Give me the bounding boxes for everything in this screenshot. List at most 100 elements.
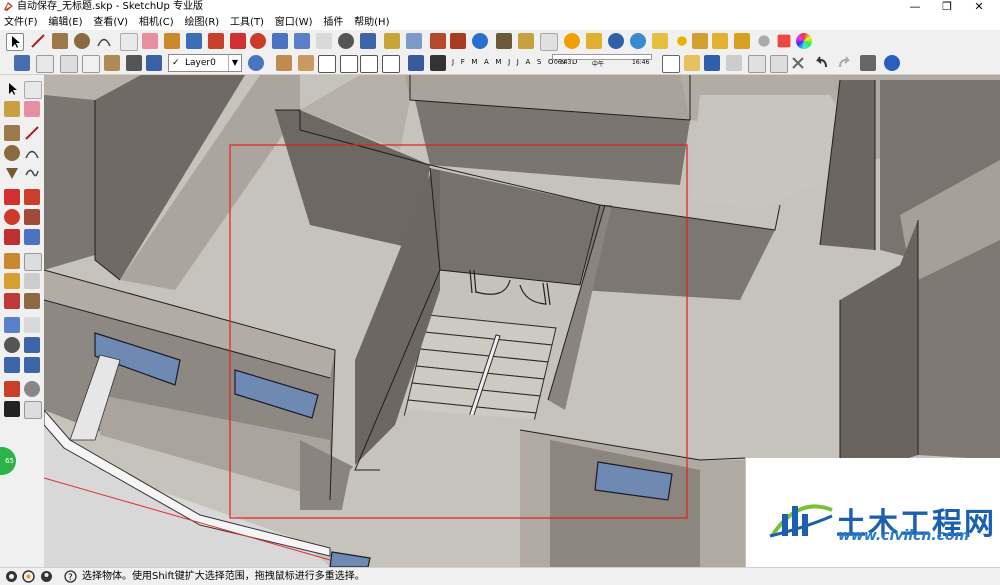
scale-icon[interactable] [4,229,20,245]
circle-icon[interactable] [4,145,20,161]
component-icon[interactable] [24,81,42,99]
3d-warehouse-icon[interactable] [430,33,446,49]
plugin-color-wheel-icon[interactable] [796,33,812,49]
move-icon[interactable] [4,189,20,205]
components-icon[interactable] [496,33,512,49]
look-around-icon[interactable] [24,381,40,397]
pan-tool-icon[interactable] [316,33,332,49]
xray-icon[interactable] [146,55,162,71]
protractor-icon[interactable] [4,273,20,289]
plugin-r-icon[interactable] [608,33,624,49]
rectangle-icon[interactable] [4,125,20,141]
tape-measure-icon[interactable] [164,33,180,49]
previous-view-icon[interactable] [4,357,20,373]
orbit-tool-icon[interactable] [294,33,310,49]
cut-icon[interactable] [726,55,742,71]
plugin-tag-icon[interactable] [586,33,602,49]
position-camera-icon[interactable] [4,381,20,397]
zoom-extents-icon-left[interactable] [24,357,40,373]
plugin-sphere-icon[interactable] [758,35,770,47]
house-view-icon[interactable] [276,55,292,71]
offset-icon[interactable] [24,229,40,245]
minimize-button[interactable]: — [900,0,930,14]
front-view-icon[interactable] [298,55,314,71]
paint-bucket-icon[interactable] [186,33,202,49]
axes-icon[interactable] [4,293,20,309]
display-shadows-icon[interactable] [430,55,446,71]
select-arrow-icon[interactable] [4,81,20,97]
paint-icon[interactable] [4,101,20,117]
walk-icon[interactable] [4,401,20,417]
rectangle-tool-icon[interactable] [52,33,68,49]
3d-text-icon[interactable] [24,293,40,309]
new-file-icon[interactable] [662,55,680,73]
add-location-icon[interactable] [384,33,400,49]
orbit-icon[interactable] [4,317,20,333]
menu-help[interactable]: 帮助(H) [351,15,392,31]
model-info-icon[interactable] [884,55,900,71]
shaded-icon[interactable] [82,55,100,73]
rotate-icon[interactable] [4,209,20,225]
user-account-icon[interactable] [40,570,53,583]
maximize-button[interactable]: ❐ [932,0,962,14]
dimension-icon[interactable] [24,253,42,271]
select-tool-icon[interactable] [6,33,24,51]
credits-icon[interactable] [22,570,35,583]
copy-icon[interactable] [748,55,766,73]
plugin-cross-icon[interactable] [777,34,791,48]
push-pull-icon[interactable] [208,33,224,49]
geo-location-icon[interactable] [5,570,18,583]
polygon-icon[interactable] [4,165,20,181]
pencil-icon[interactable] [24,125,40,141]
chevron-down-icon[interactable]: ▼ [228,55,241,71]
plugin-flag-icon[interactable] [712,33,728,49]
section-plane-icon[interactable] [24,401,42,419]
wireframe-cube-icon[interactable] [36,55,54,73]
zoom-icon[interactable] [4,337,20,353]
circle-tool-icon[interactable] [74,33,90,49]
make-component-icon[interactable] [120,33,138,51]
back-view-icon[interactable] [360,55,378,73]
paste-icon[interactable] [770,55,788,73]
freehand-icon[interactable] [24,165,40,181]
line-tool-icon[interactable] [30,33,46,49]
shaded-textures-icon[interactable] [104,55,120,71]
zoom-window-icon[interactable] [24,337,40,353]
plugin-arrow-icon[interactable] [692,33,708,49]
tape-icon[interactable] [4,253,20,269]
materials-icon[interactable] [518,33,534,49]
plugin-pin-icon[interactable] [734,33,750,49]
plugin-m-icon[interactable] [564,33,580,49]
toggle-terrain-icon[interactable] [406,33,422,49]
left-view-icon[interactable] [382,55,400,73]
menu-edit[interactable]: 编辑(E) [45,15,85,31]
layer-manager-icon[interactable] [248,55,264,71]
plugin-label-icon[interactable] [652,33,668,49]
share-model-icon[interactable] [450,33,466,49]
rotate-tool-icon[interactable] [250,33,266,49]
monochrome-icon[interactable] [126,55,142,71]
save-icon[interactable] [704,55,720,71]
right-view-icon[interactable] [340,55,358,73]
hidden-line-icon[interactable] [60,55,78,73]
delete-icon[interactable] [790,55,806,71]
move-tool-icon[interactable] [230,33,246,49]
google-earth-icon[interactable] [472,33,488,49]
arc-tool-icon[interactable] [96,33,112,49]
zoom-extents-icon[interactable] [360,33,376,49]
print-icon[interactable] [860,55,876,71]
menu-tools[interactable]: 工具(T) [227,15,267,31]
undo-icon[interactable] [814,55,830,71]
plugin-info-icon[interactable] [630,33,646,49]
zoom-tool-icon[interactable] [338,33,354,49]
followme-icon[interactable] [24,209,40,225]
menu-window[interactable]: 窗口(W) [272,15,316,31]
layer-dropdown[interactable]: ✓ Layer0 ▼ [168,54,242,72]
help-icon[interactable]: ? [64,570,77,583]
plugin-dot-icon[interactable] [677,36,687,46]
menu-plugins[interactable]: 插件 [320,15,346,31]
open-file-icon[interactable] [684,55,700,71]
text-icon[interactable] [24,273,40,289]
shadow-settings-icon[interactable] [408,55,424,71]
menu-file[interactable]: 文件(F) [1,15,41,31]
